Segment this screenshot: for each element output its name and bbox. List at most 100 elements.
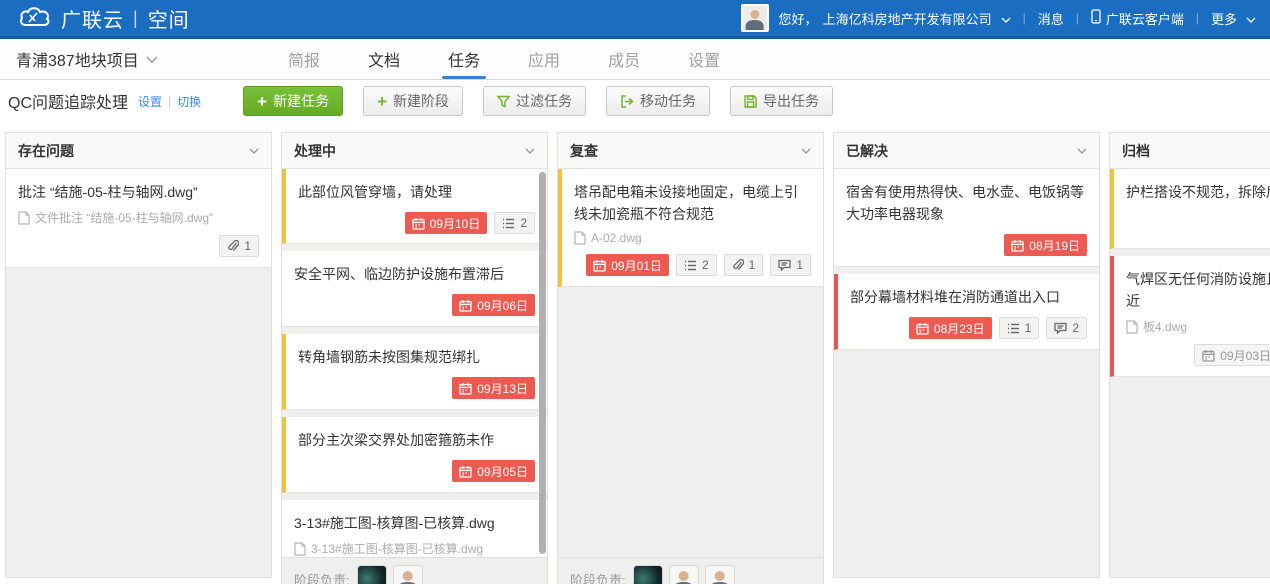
chevron-down-icon[interactable] xyxy=(801,148,811,154)
tab-members[interactable]: 成员 xyxy=(598,39,650,79)
assignee-avatar[interactable] xyxy=(670,566,698,584)
attachment-count-badge[interactable]: 1 xyxy=(724,254,764,276)
divider: | xyxy=(168,94,171,108)
due-date-badge[interactable]: 09月01日 xyxy=(586,254,669,276)
company-name: 上海亿科房地产开发有限公司 xyxy=(823,9,992,28)
chevron-down-icon xyxy=(146,50,158,68)
top-app-bar: 广联云 | 空间 您好， 上海亿科房地产开发有限公司 | 消息 | 广联云客户端… xyxy=(0,0,1270,39)
move-tasks-button[interactable]: 移动任务 xyxy=(606,86,710,116)
comment-count-badge[interactable]: 2 xyxy=(1046,317,1087,339)
due-date-badge-label: 09月06日 xyxy=(477,297,528,314)
task-card[interactable]: 批注 “结施-05-柱与轴网.dwg”文件批注 “结施-05-柱与轴网.dwg”… xyxy=(6,169,271,268)
task-card[interactable]: 气焊区无任何消防设施且安 近板4.dwg09月03日 xyxy=(1110,256,1270,377)
task-card[interactable]: 护栏搭设不规范，拆除后未 xyxy=(1110,169,1270,249)
attachment-count-badge[interactable]: 1 xyxy=(219,235,259,257)
more-menu[interactable]: 更多 xyxy=(1211,9,1256,28)
due-date-badge[interactable]: 09月10日 xyxy=(405,212,488,234)
project-selector[interactable]: 青浦387地块项目 xyxy=(16,47,158,71)
assignee-avatar[interactable] xyxy=(634,566,662,584)
due-date-badge[interactable]: 09月03日 xyxy=(1194,344,1270,366)
assignee-avatar[interactable] xyxy=(358,566,386,584)
move-tasks-button-label: 移动任务 xyxy=(640,91,696,111)
column-header: 存在问题 xyxy=(6,133,271,169)
client-link[interactable]: 广联云客户端 xyxy=(1091,9,1184,28)
calendar-icon xyxy=(593,259,606,272)
messages-link[interactable]: 消息 xyxy=(1038,9,1064,28)
tab-settings[interactable]: 设置 xyxy=(678,39,730,79)
task-card-title: 部分幕墙材料堆在消防通道出入口 xyxy=(850,286,1087,308)
client-link-label: 广联云客户端 xyxy=(1106,9,1184,28)
due-date-badge[interactable]: 09月13日 xyxy=(452,377,535,399)
brand[interactable]: 广联云 | 空间 xyxy=(18,4,190,33)
chevron-down-icon[interactable] xyxy=(525,148,535,154)
card-list: 此部位风管穿墙，请处理09月10日2安全平网、临边防护设施布置滞后09月06日转… xyxy=(282,169,547,557)
checklist-count-badge[interactable]: 2 xyxy=(676,254,717,276)
task-card-title: 安全平网、临边防护设施布置滞后 xyxy=(294,263,535,285)
brand-name: 广联云 xyxy=(61,4,124,33)
task-card-badges: 09月10日 2 xyxy=(298,212,535,234)
due-date-badge[interactable]: 09月06日 xyxy=(452,294,535,316)
scrollbar[interactable] xyxy=(539,172,546,554)
new-task-button[interactable]: + 新建任务 xyxy=(243,86,343,116)
comment-bubble-icon xyxy=(1054,322,1067,334)
task-card-title: 转角墙钢筋未按图集规范绑扎 xyxy=(298,346,535,368)
task-card[interactable]: 3-13#施工图-核算图-已核算.dwg3-13#施工图-核算图-已核算.dwg… xyxy=(282,500,547,557)
task-card-badges: 08月23日 1 2 xyxy=(850,317,1087,339)
card-list: 护栏搭设不规范，拆除后未气焊区无任何消防设施且安 近板4.dwg09月03日 xyxy=(1110,169,1270,577)
task-card[interactable]: 部分主次梁交界处加密箍筋未作 09月05日 xyxy=(282,417,547,493)
due-date-badge-label: 08月19日 xyxy=(1029,237,1080,254)
comment-count-badge[interactable]: 1 xyxy=(770,254,811,276)
calendar-icon xyxy=(459,465,472,478)
new-stage-button[interactable]: + 新建阶段 xyxy=(363,86,463,116)
task-card-title: 批注 “结施-05-柱与轴网.dwg” xyxy=(18,181,259,203)
stage-assignee-footer: 阶段负责: xyxy=(558,557,823,584)
column-title: 复查 xyxy=(570,141,598,161)
board-column-3: 复查塔吊配电箱未设接地固定，电缆上引线未加瓷瓶不符合规范A-02.dwg09月0… xyxy=(557,132,824,584)
filter-tasks-button[interactable]: 过滤任务 xyxy=(483,86,586,116)
export-tasks-button[interactable]: 导出任务 xyxy=(730,86,833,116)
checklist-icon xyxy=(502,218,515,229)
chevron-down-icon[interactable] xyxy=(1077,148,1087,154)
assignee-avatar[interactable] xyxy=(394,566,422,584)
task-card[interactable]: 安全平网、临边防护设施布置滞后 09月06日 xyxy=(282,251,547,327)
due-date-badge-label: 08月23日 xyxy=(934,320,985,337)
attachment-name: A-02.dwg xyxy=(591,231,642,245)
comment-count-badge-label: 2 xyxy=(1072,321,1079,335)
user-avatar[interactable] xyxy=(741,4,769,32)
checklist-count-badge-label: 2 xyxy=(702,258,709,272)
task-card[interactable]: 此部位风管穿墙，请处理09月10日2 xyxy=(282,169,547,244)
nav-tabs: 简报 文档 任务 应用 成员 设置 xyxy=(278,39,758,79)
project-tab-bar: 青浦387地块项目 简报 文档 任务 应用 成员 设置 xyxy=(0,39,1270,80)
task-card-title: 部分主次梁交界处加密箍筋未作 xyxy=(298,429,535,451)
task-card[interactable]: 部分幕墙材料堆在消防通道出入口 08月23日 1 2 xyxy=(834,274,1099,350)
board-settings-link[interactable]: 设置 xyxy=(138,93,162,110)
funnel-icon xyxy=(497,95,510,108)
chevron-down-icon[interactable] xyxy=(249,148,259,154)
due-date-badge[interactable]: 08月23日 xyxy=(909,317,992,339)
file-icon xyxy=(574,231,586,245)
tab-briefing[interactable]: 简报 xyxy=(278,39,330,79)
column-title: 处理中 xyxy=(294,141,336,161)
task-card[interactable]: 转角墙钢筋未按图集规范绑扎 09月13日 xyxy=(282,334,547,410)
task-card-title: 气焊区无任何消防设施且安 近 xyxy=(1126,268,1270,312)
calendar-icon xyxy=(916,322,929,335)
account-menu[interactable]: 您好， 上海亿科房地产开发有限公司 xyxy=(779,9,1011,28)
tab-tasks[interactable]: 任务 xyxy=(438,39,490,79)
task-card[interactable]: 塔吊配电箱未设接地固定，电缆上引线未加瓷瓶不符合规范A-02.dwg09月01日… xyxy=(558,169,823,287)
task-card-attachment: A-02.dwg xyxy=(574,231,811,245)
brand-divider: | xyxy=(133,8,139,29)
checklist-count-badge[interactable]: 2 xyxy=(494,212,535,234)
task-card[interactable]: 宿舍有使用热得快、电水壶、电饭锅等大功率电器现象08月19日 xyxy=(834,169,1099,267)
column-title: 归档 xyxy=(1122,141,1150,161)
assignee-label: 阶段负责: xyxy=(570,570,626,584)
checklist-count-badge[interactable]: 1 xyxy=(999,317,1040,339)
tab-apps[interactable]: 应用 xyxy=(518,39,570,79)
attachment-name: 3-13#施工图-核算图-已核算.dwg xyxy=(311,540,483,557)
column-header: 处理中 xyxy=(282,133,547,169)
assignee-avatar[interactable] xyxy=(706,566,734,584)
due-date-badge[interactable]: 09月05日 xyxy=(452,460,535,482)
due-date-badge[interactable]: 08月19日 xyxy=(1004,234,1087,256)
board-column-2: 处理中此部位风管穿墙，请处理09月10日2安全平网、临边防护设施布置滞后09月0… xyxy=(281,132,548,584)
board-switch-link[interactable]: 切换 xyxy=(177,93,201,110)
tab-documents[interactable]: 文档 xyxy=(358,39,410,79)
